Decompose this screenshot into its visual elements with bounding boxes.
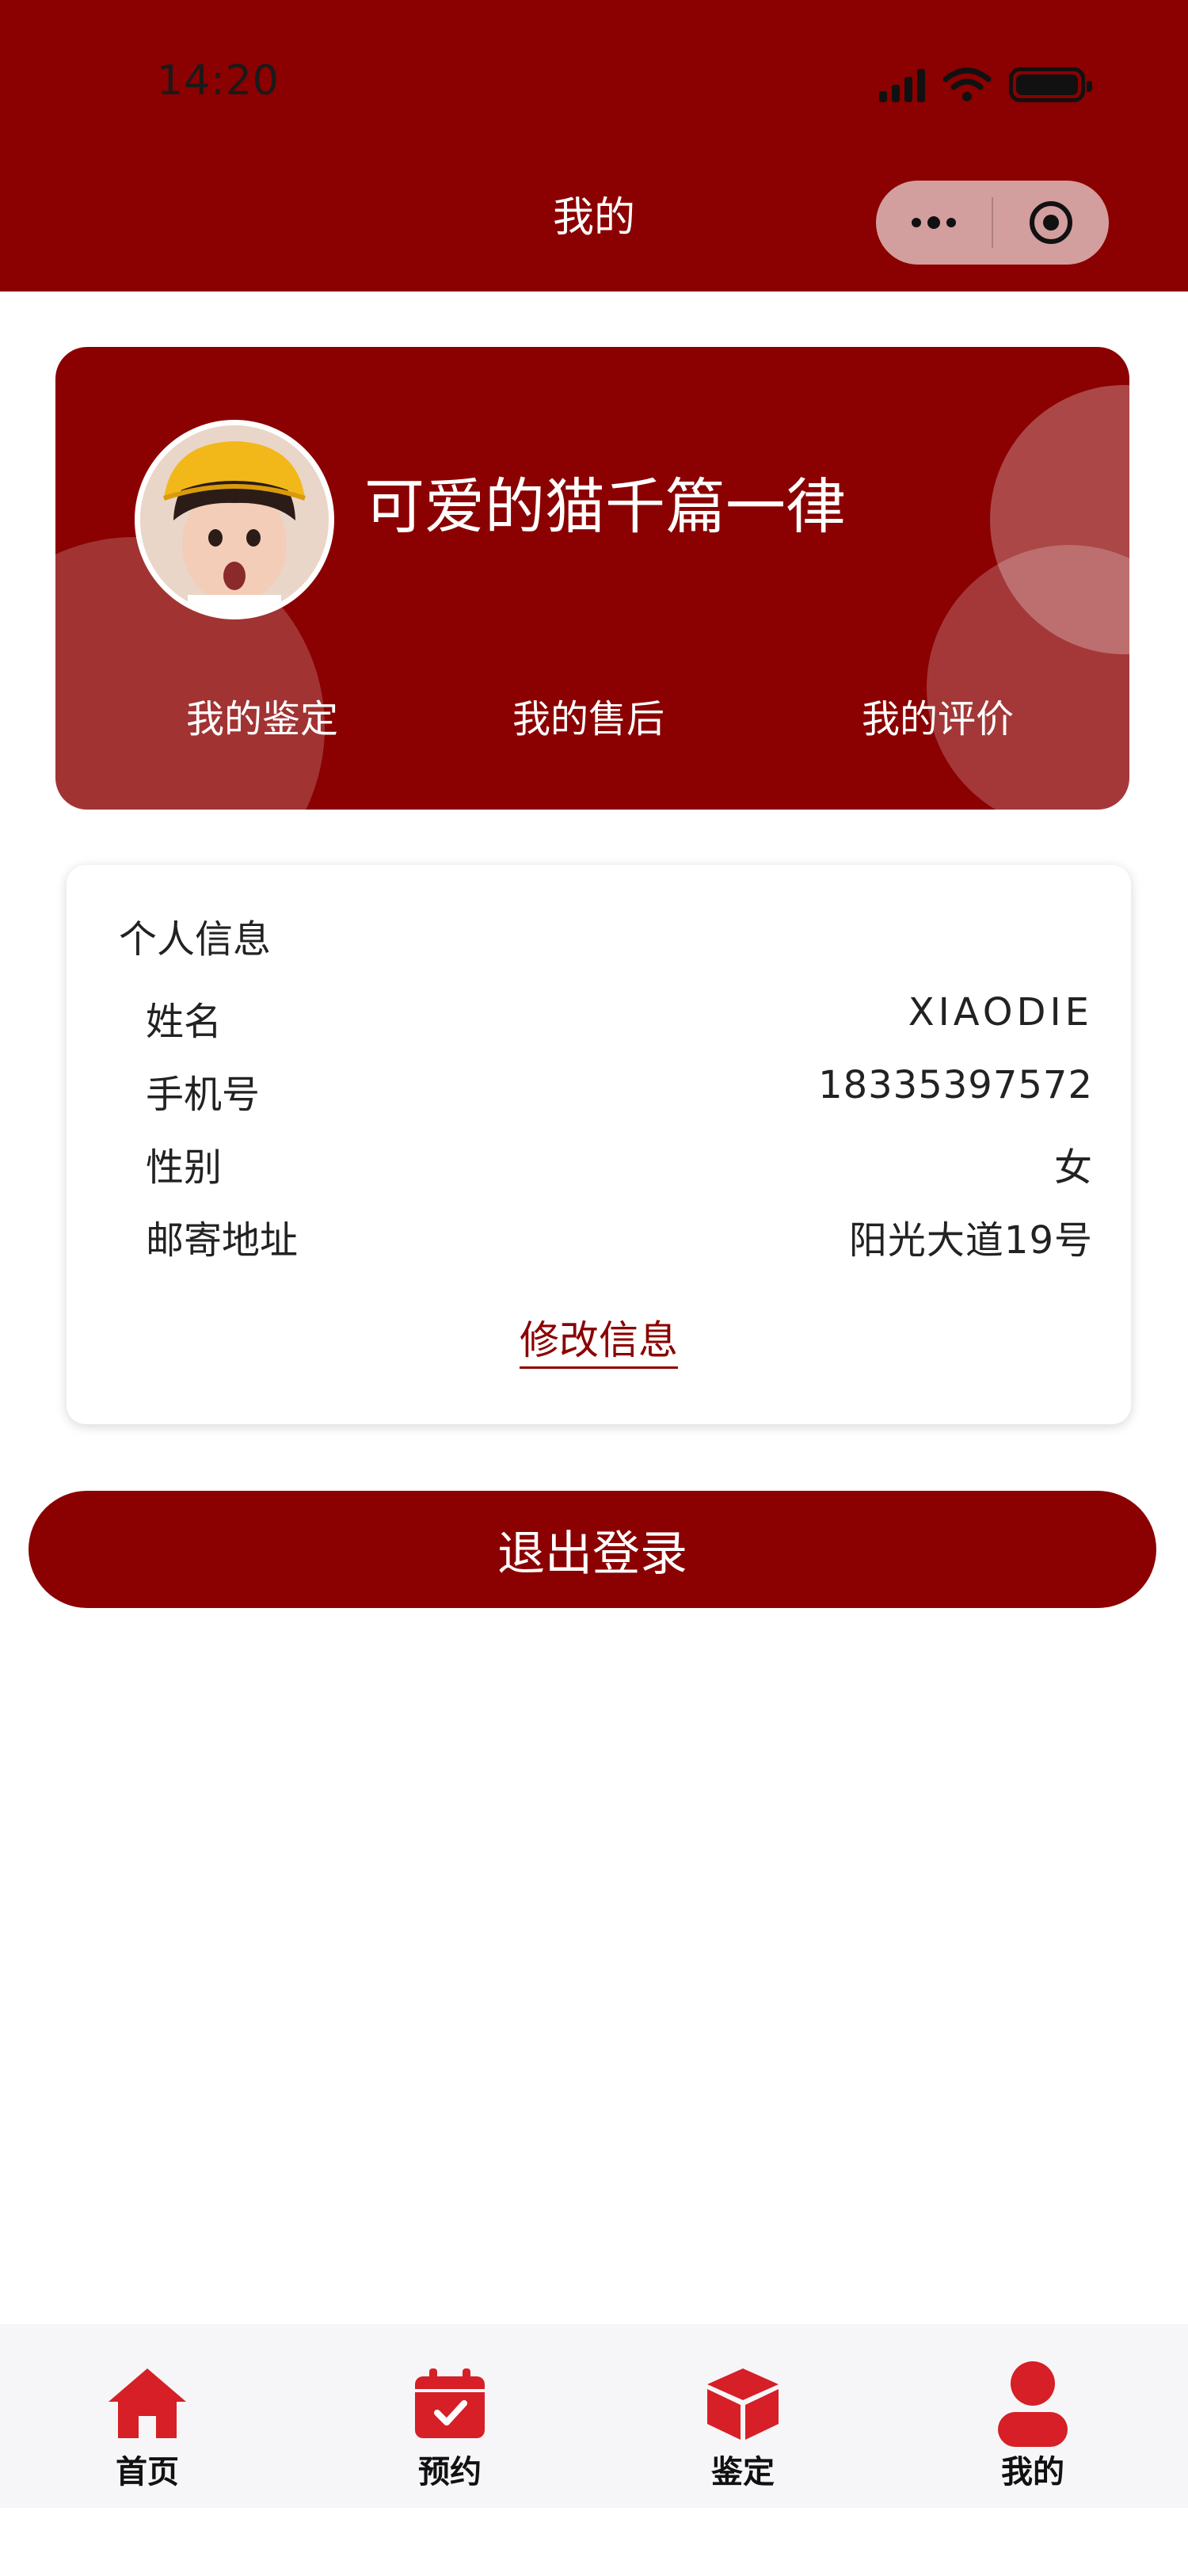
- info-label: 性别: [146, 1145, 223, 1190]
- avatar[interactable]: [135, 420, 334, 619]
- target-close-icon: [1030, 201, 1072, 244]
- tab-label: 预约: [418, 2454, 482, 2490]
- tab-appraisal[interactable]: 鉴定: [648, 2324, 838, 2508]
- info-value: XIAODIE: [908, 990, 1093, 1035]
- my-after-sales-link[interactable]: 我的售后: [512, 688, 664, 743]
- tab-home[interactable]: 首页: [52, 2324, 242, 2508]
- info-row-gender: 性别 女: [146, 1136, 1093, 1191]
- tab-label: 我的: [1001, 2454, 1064, 2490]
- avatar-image: [140, 425, 329, 614]
- battery-icon: [1009, 67, 1092, 102]
- my-appraisals-link[interactable]: 我的鉴定: [186, 688, 338, 743]
- tab-booking[interactable]: 预约: [355, 2324, 545, 2508]
- status-icons: [879, 67, 1092, 103]
- tab-mine[interactable]: 我的: [938, 2324, 1128, 2508]
- logout-button[interactable]: 退出登录: [29, 1491, 1156, 1608]
- info-row-phone: 手机号 18335397572: [146, 1063, 1093, 1118]
- info-label: 姓名: [146, 1000, 223, 1044]
- miniprogram-capsule: [876, 181, 1109, 265]
- tab-bar: 首页 预约 鉴定 我的: [0, 2324, 1188, 2508]
- my-reviews-link[interactable]: 我的评价: [862, 688, 1014, 743]
- user-icon: [998, 2361, 1068, 2447]
- edit-info-link[interactable]: 修改信息: [520, 1317, 678, 1369]
- info-label: 手机号: [146, 1073, 261, 1117]
- profile-card: 可爱的猫千篇一律 我的鉴定 我的售后 我的评价: [55, 347, 1129, 810]
- calendar-check-icon: [415, 2368, 485, 2438]
- tab-label: 首页: [116, 2454, 179, 2490]
- nickname: 可爱的猫千篇一律: [364, 471, 846, 542]
- edit-info-container: 修改信息: [67, 1309, 1131, 1369]
- wifi-icon: [942, 67, 992, 101]
- info-row-address: 邮寄地址 阳光大道19号: [146, 1209, 1093, 1264]
- status-time: 14:20: [157, 57, 280, 105]
- home-icon: [109, 2368, 186, 2438]
- personal-info-card: 个人信息 姓名 XIAODIE 手机号 18335397572 性别 女 邮寄地…: [67, 865, 1131, 1424]
- info-label: 邮寄地址: [146, 1218, 299, 1263]
- decor-bubble: [927, 545, 1129, 810]
- info-value: 阳光大道19号: [848, 1218, 1093, 1263]
- tab-label: 鉴定: [711, 2454, 775, 2490]
- box-icon: [707, 2368, 779, 2440]
- close-miniprogram-button[interactable]: [993, 181, 1109, 265]
- more-button[interactable]: [876, 181, 992, 265]
- more-dots-icon: [912, 216, 956, 229]
- section-title: 个人信息: [119, 917, 272, 962]
- info-value: 女: [1053, 1145, 1093, 1190]
- info-value: 18335397572: [818, 1063, 1093, 1107]
- nav-header: 14:20 我的: [0, 0, 1188, 292]
- signal-icon: [879, 67, 925, 102]
- info-row-name: 姓名 XIAODIE: [146, 990, 1093, 1046]
